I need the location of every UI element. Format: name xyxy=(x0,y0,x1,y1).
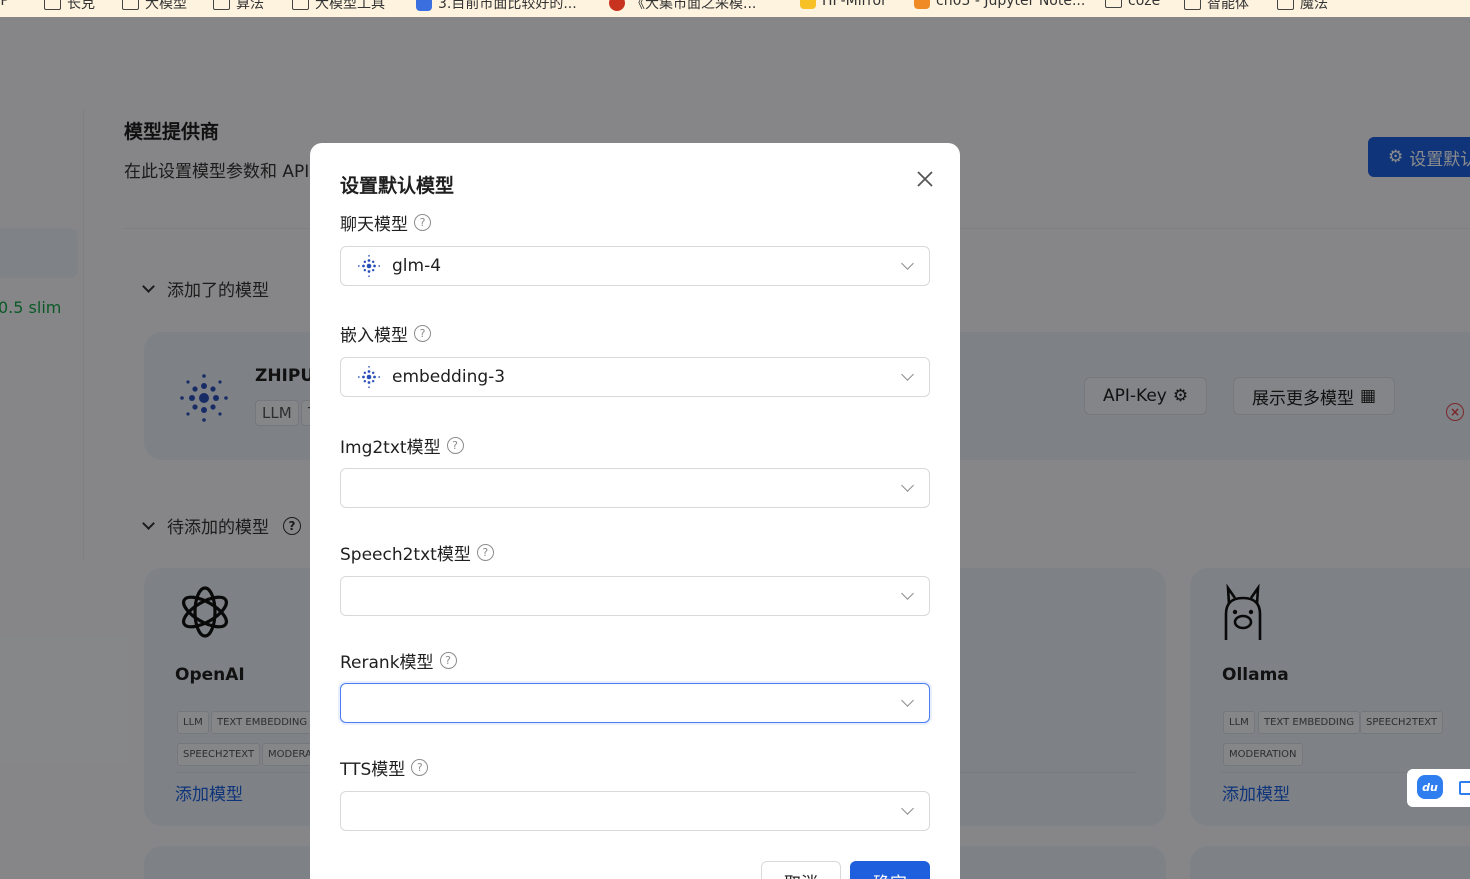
speech2txt-model-label: Speech2txt模型 ? xyxy=(340,540,494,565)
square-icon xyxy=(1459,781,1470,795)
chevron-down-icon xyxy=(901,587,914,600)
bookmark-item[interactable]: HF-Mirror xyxy=(800,0,887,9)
help-icon[interactable]: ? xyxy=(414,325,431,342)
bookmark-item[interactable]: 《大集市面之采模... xyxy=(609,0,756,13)
chat-model-select[interactable]: glm-4 xyxy=(340,246,930,286)
bookmark-item[interactable]: 3.目前市面比较好的... xyxy=(416,0,577,13)
chevron-down-icon xyxy=(901,479,914,492)
rerank-model-label: Rerank模型 ? xyxy=(340,648,457,673)
img2txt-model-select[interactable] xyxy=(340,468,930,508)
bookmark-item[interactable]: LTP xyxy=(0,0,9,9)
hugging-face-icon xyxy=(800,0,816,9)
embedding-model-select[interactable]: embedding-3 xyxy=(340,357,930,397)
folder-icon xyxy=(1184,0,1201,10)
speech2txt-model-select[interactable] xyxy=(340,576,930,616)
chat-model-label: 聊天模型 ? xyxy=(340,210,431,235)
bookmark-item[interactable]: 魔法 xyxy=(1277,0,1328,13)
bookmark-item[interactable]: ch05 - Jupyter Note... xyxy=(914,0,1085,9)
folder-icon xyxy=(122,0,139,10)
bookmark-item[interactable]: 大模型 xyxy=(122,0,187,13)
select-value: glm-4 xyxy=(392,256,442,276)
folder-icon xyxy=(1105,0,1122,8)
tts-model-select[interactable] xyxy=(340,791,930,831)
bookmark-item[interactable]: 长克 xyxy=(44,0,95,13)
help-icon[interactable]: ? xyxy=(446,437,464,454)
bookmarks-bar: LTP 长克 大模型 算法 大模型工具 3.目前市面比较好的... 《大集市面之… xyxy=(0,0,1470,17)
help-icon[interactable]: ? xyxy=(414,214,431,231)
chevron-down-icon xyxy=(901,257,914,270)
chevron-down-icon xyxy=(901,694,914,707)
embedding-model-label: 嵌入模型 ? xyxy=(340,321,431,346)
cancel-button[interactable]: 取消 xyxy=(761,861,841,879)
bookmark-item[interactable]: 大模型工具 xyxy=(292,0,385,13)
help-icon[interactable]: ? xyxy=(476,544,494,561)
jupyter-icon xyxy=(914,0,930,9)
tts-model-label: TTS模型 ? xyxy=(340,755,429,780)
folder-icon xyxy=(292,0,309,10)
rerank-model-select[interactable] xyxy=(340,683,930,723)
zhipu-logo-icon xyxy=(358,255,380,277)
select-value: embedding-3 xyxy=(392,367,506,387)
help-icon[interactable]: ? xyxy=(411,759,429,776)
bookmark-item[interactable]: coze xyxy=(1105,0,1160,9)
site-icon xyxy=(609,0,625,11)
folder-icon xyxy=(44,0,61,10)
chevron-down-icon xyxy=(901,368,914,381)
folder-icon xyxy=(213,0,230,10)
baidu-du-icon: du xyxy=(1417,775,1443,799)
floating-widget[interactable]: du xyxy=(1407,769,1470,807)
set-default-model-dialog: 设置默认模型 聊天模型 ? glm-4 嵌入模型 ? embedding-3 I… xyxy=(310,143,960,879)
ok-button[interactable]: 确定 xyxy=(850,861,930,879)
help-icon[interactable]: ? xyxy=(439,652,457,669)
dialog-title: 设置默认模型 xyxy=(340,175,455,197)
site-icon xyxy=(416,0,432,11)
close-icon[interactable] xyxy=(913,167,937,191)
zhipu-logo-icon xyxy=(358,366,380,388)
img2txt-model-label: Img2txt模型 ? xyxy=(340,433,464,458)
bookmark-item[interactable]: 算法 xyxy=(213,0,264,13)
bookmark-item[interactable]: 智能体 xyxy=(1184,0,1249,13)
chevron-down-icon xyxy=(901,802,914,815)
folder-icon xyxy=(1277,0,1294,10)
